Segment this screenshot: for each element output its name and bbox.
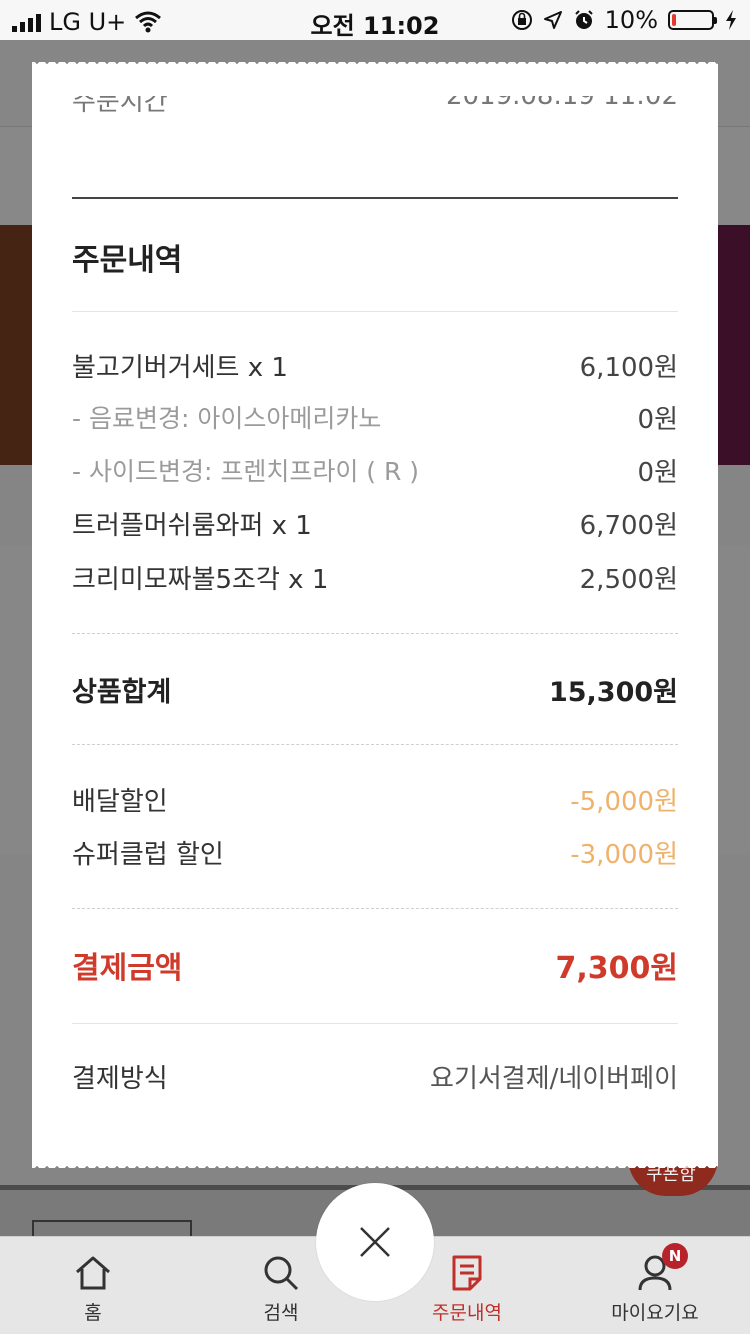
status-bar: LG U+ 오전 11:02 10% [0, 0, 750, 40]
subtotal-row: 상품합계 15,300원 [72, 670, 678, 708]
divider-solid [72, 197, 678, 199]
item-price: 6,100원 [579, 352, 678, 383]
receipt-bottom-edge [32, 1158, 718, 1168]
close-icon [360, 1227, 390, 1257]
discount-label: 슈퍼클럽 할인 [72, 839, 224, 870]
item-price: 2,500원 [579, 564, 678, 595]
option-price: 0원 [637, 457, 678, 488]
payment-method-label: 결제방식 [72, 1063, 168, 1094]
tab-orders-label: 주문내역 [432, 1302, 502, 1324]
divider-dotted [72, 908, 678, 909]
order-item: 크리미모짜볼5조각 x 1 2,500원 [72, 559, 678, 595]
discount-label: 배달할인 [72, 786, 168, 817]
discount-row: 배달할인 -5,000원 [72, 781, 678, 817]
divider-dotted [72, 744, 678, 745]
section-title: 주문내역 [72, 243, 183, 278]
order-list-icon [452, 1255, 482, 1291]
discount-value: -3,000원 [570, 839, 678, 870]
tab-home-label: 홈 [84, 1302, 102, 1324]
order-time-row: 주문시간 2019.08.19 11:02 [72, 96, 678, 122]
order-option: - 사이드변경: 프렌치프라이 ( R ) 0원 [72, 452, 678, 488]
location-icon [543, 11, 562, 29]
discount-row: 슈퍼클럽 할인 -3,000원 [72, 834, 678, 870]
charging-icon [726, 10, 736, 30]
tab-my-yogiyo[interactable]: 마이요기요 N [580, 1237, 730, 1334]
home-icon [76, 1256, 110, 1290]
search-icon [264, 1256, 299, 1291]
order-time-value: 2019.08.19 11:02 [445, 96, 678, 111]
tab-search-label: 검색 [263, 1302, 299, 1324]
payment-method-value: 요기서결제/네이버페이 [430, 1063, 678, 1094]
option-name: - 사이드변경: 프렌치프라이 ( R ) [72, 457, 420, 486]
option-price: 0원 [637, 404, 678, 435]
close-button[interactable] [316, 1183, 434, 1301]
tab-home[interactable]: 홈 [18, 1237, 168, 1334]
orientation-lock-icon [511, 10, 532, 30]
subtotal-label: 상품합계 [72, 676, 172, 708]
payment-method-row: 결제방식 요기서결제/네이버페이 [72, 1058, 678, 1094]
divider-light [72, 1023, 678, 1024]
receipt-sheet: 주문시간 2019.08.19 11:02 주문내역 불고기버거세트 x 1 6… [32, 70, 718, 1160]
order-item: 불고기버거세트 x 1 6,100원 [72, 347, 678, 383]
battery-percent: 10% [604, 6, 658, 34]
item-name: 트러플머쉬룸와퍼 x 1 [72, 510, 312, 541]
subtotal-value: 15,300원 [548, 676, 678, 708]
order-time-label: 주문시간 [72, 96, 168, 117]
divider-light [72, 311, 678, 312]
divider-dotted [72, 633, 678, 634]
new-badge: N [662, 1243, 688, 1269]
payment-total-row: 결제금액 7,300원 [72, 944, 678, 986]
order-item: 트러플머쉬룸와퍼 x 1 6,700원 [72, 505, 678, 541]
item-name: 크리미모짜볼5조각 x 1 [72, 564, 329, 595]
alarm-icon [574, 10, 593, 29]
battery-icon [668, 10, 717, 30]
tab-my-label: 마이요기요 [611, 1302, 699, 1324]
payment-label: 결제금액 [72, 951, 183, 986]
status-right: 10% [511, 6, 738, 34]
option-name: - 음료변경: 아이스아메리카노 [72, 404, 382, 433]
discount-value: -5,000원 [570, 786, 678, 817]
battery-fill [672, 14, 676, 26]
item-price: 6,700원 [579, 510, 678, 541]
order-option: - 음료변경: 아이스아메리카노 0원 [72, 399, 678, 435]
item-name: 불고기버거세트 x 1 [72, 352, 288, 383]
payment-amount: 7,300원 [555, 951, 679, 986]
